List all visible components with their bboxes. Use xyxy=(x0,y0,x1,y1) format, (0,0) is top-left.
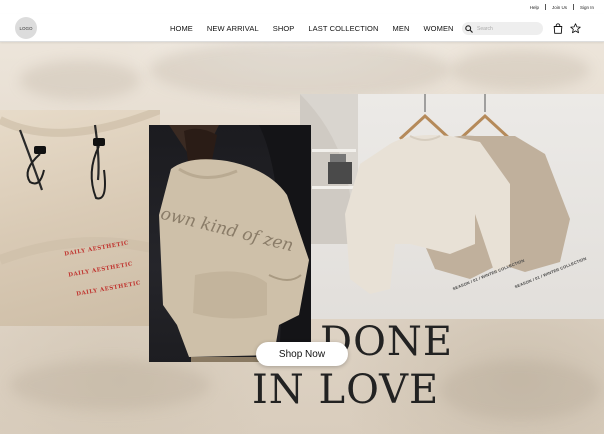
logo[interactable]: LOGO xyxy=(15,17,37,39)
fabric-fold xyxy=(440,360,600,420)
nav-last-collection[interactable]: LAST COLLECTION xyxy=(308,24,378,33)
sign-in-link[interactable]: Sign In xyxy=(580,5,594,10)
shop-now-button[interactable]: Shop Now xyxy=(256,342,348,366)
bag-icon[interactable] xyxy=(553,23,563,34)
nav-men[interactable]: MEN xyxy=(393,24,410,33)
nav-links: HOME NEW ARRIVAL SHOP LAST COLLECTION ME… xyxy=(170,14,454,42)
nav-home[interactable]: HOME xyxy=(170,24,193,33)
model-photo: own kind of zen xyxy=(149,125,311,362)
nav-women[interactable]: WOMEN xyxy=(423,24,453,33)
utility-bar: Help Join Us Sign In xyxy=(0,0,604,14)
star-icon[interactable] xyxy=(570,23,581,34)
search-box[interactable] xyxy=(462,22,543,35)
hoodie-detail-photo: DAILY AESTHETIC DAILY AESTHETIC DAILY AE… xyxy=(0,110,160,326)
divider xyxy=(544,4,546,10)
nav-shop[interactable]: SHOP xyxy=(273,24,295,33)
divider xyxy=(572,4,574,10)
search-icon xyxy=(465,24,473,33)
help-link[interactable]: Help xyxy=(530,5,539,10)
hanger-photo: SEASON / 01 / WINTER COLLECTION SEASON /… xyxy=(300,94,604,319)
fabric-fold xyxy=(10,360,210,410)
main-navbar: LOGO HOME NEW ARRIVAL SHOP LAST COLLECTI… xyxy=(0,14,604,42)
fabric-fold xyxy=(150,40,450,100)
logo-text: LOGO xyxy=(19,25,33,31)
fabric-fold xyxy=(450,50,590,90)
nav-new-arrival[interactable]: NEW ARRIVAL xyxy=(207,24,259,33)
search-input[interactable] xyxy=(477,25,537,32)
join-us-link[interactable]: Join Us xyxy=(552,5,567,10)
slogan-line-2: IN LOVE xyxy=(252,367,440,413)
fabric-fold xyxy=(20,60,140,100)
